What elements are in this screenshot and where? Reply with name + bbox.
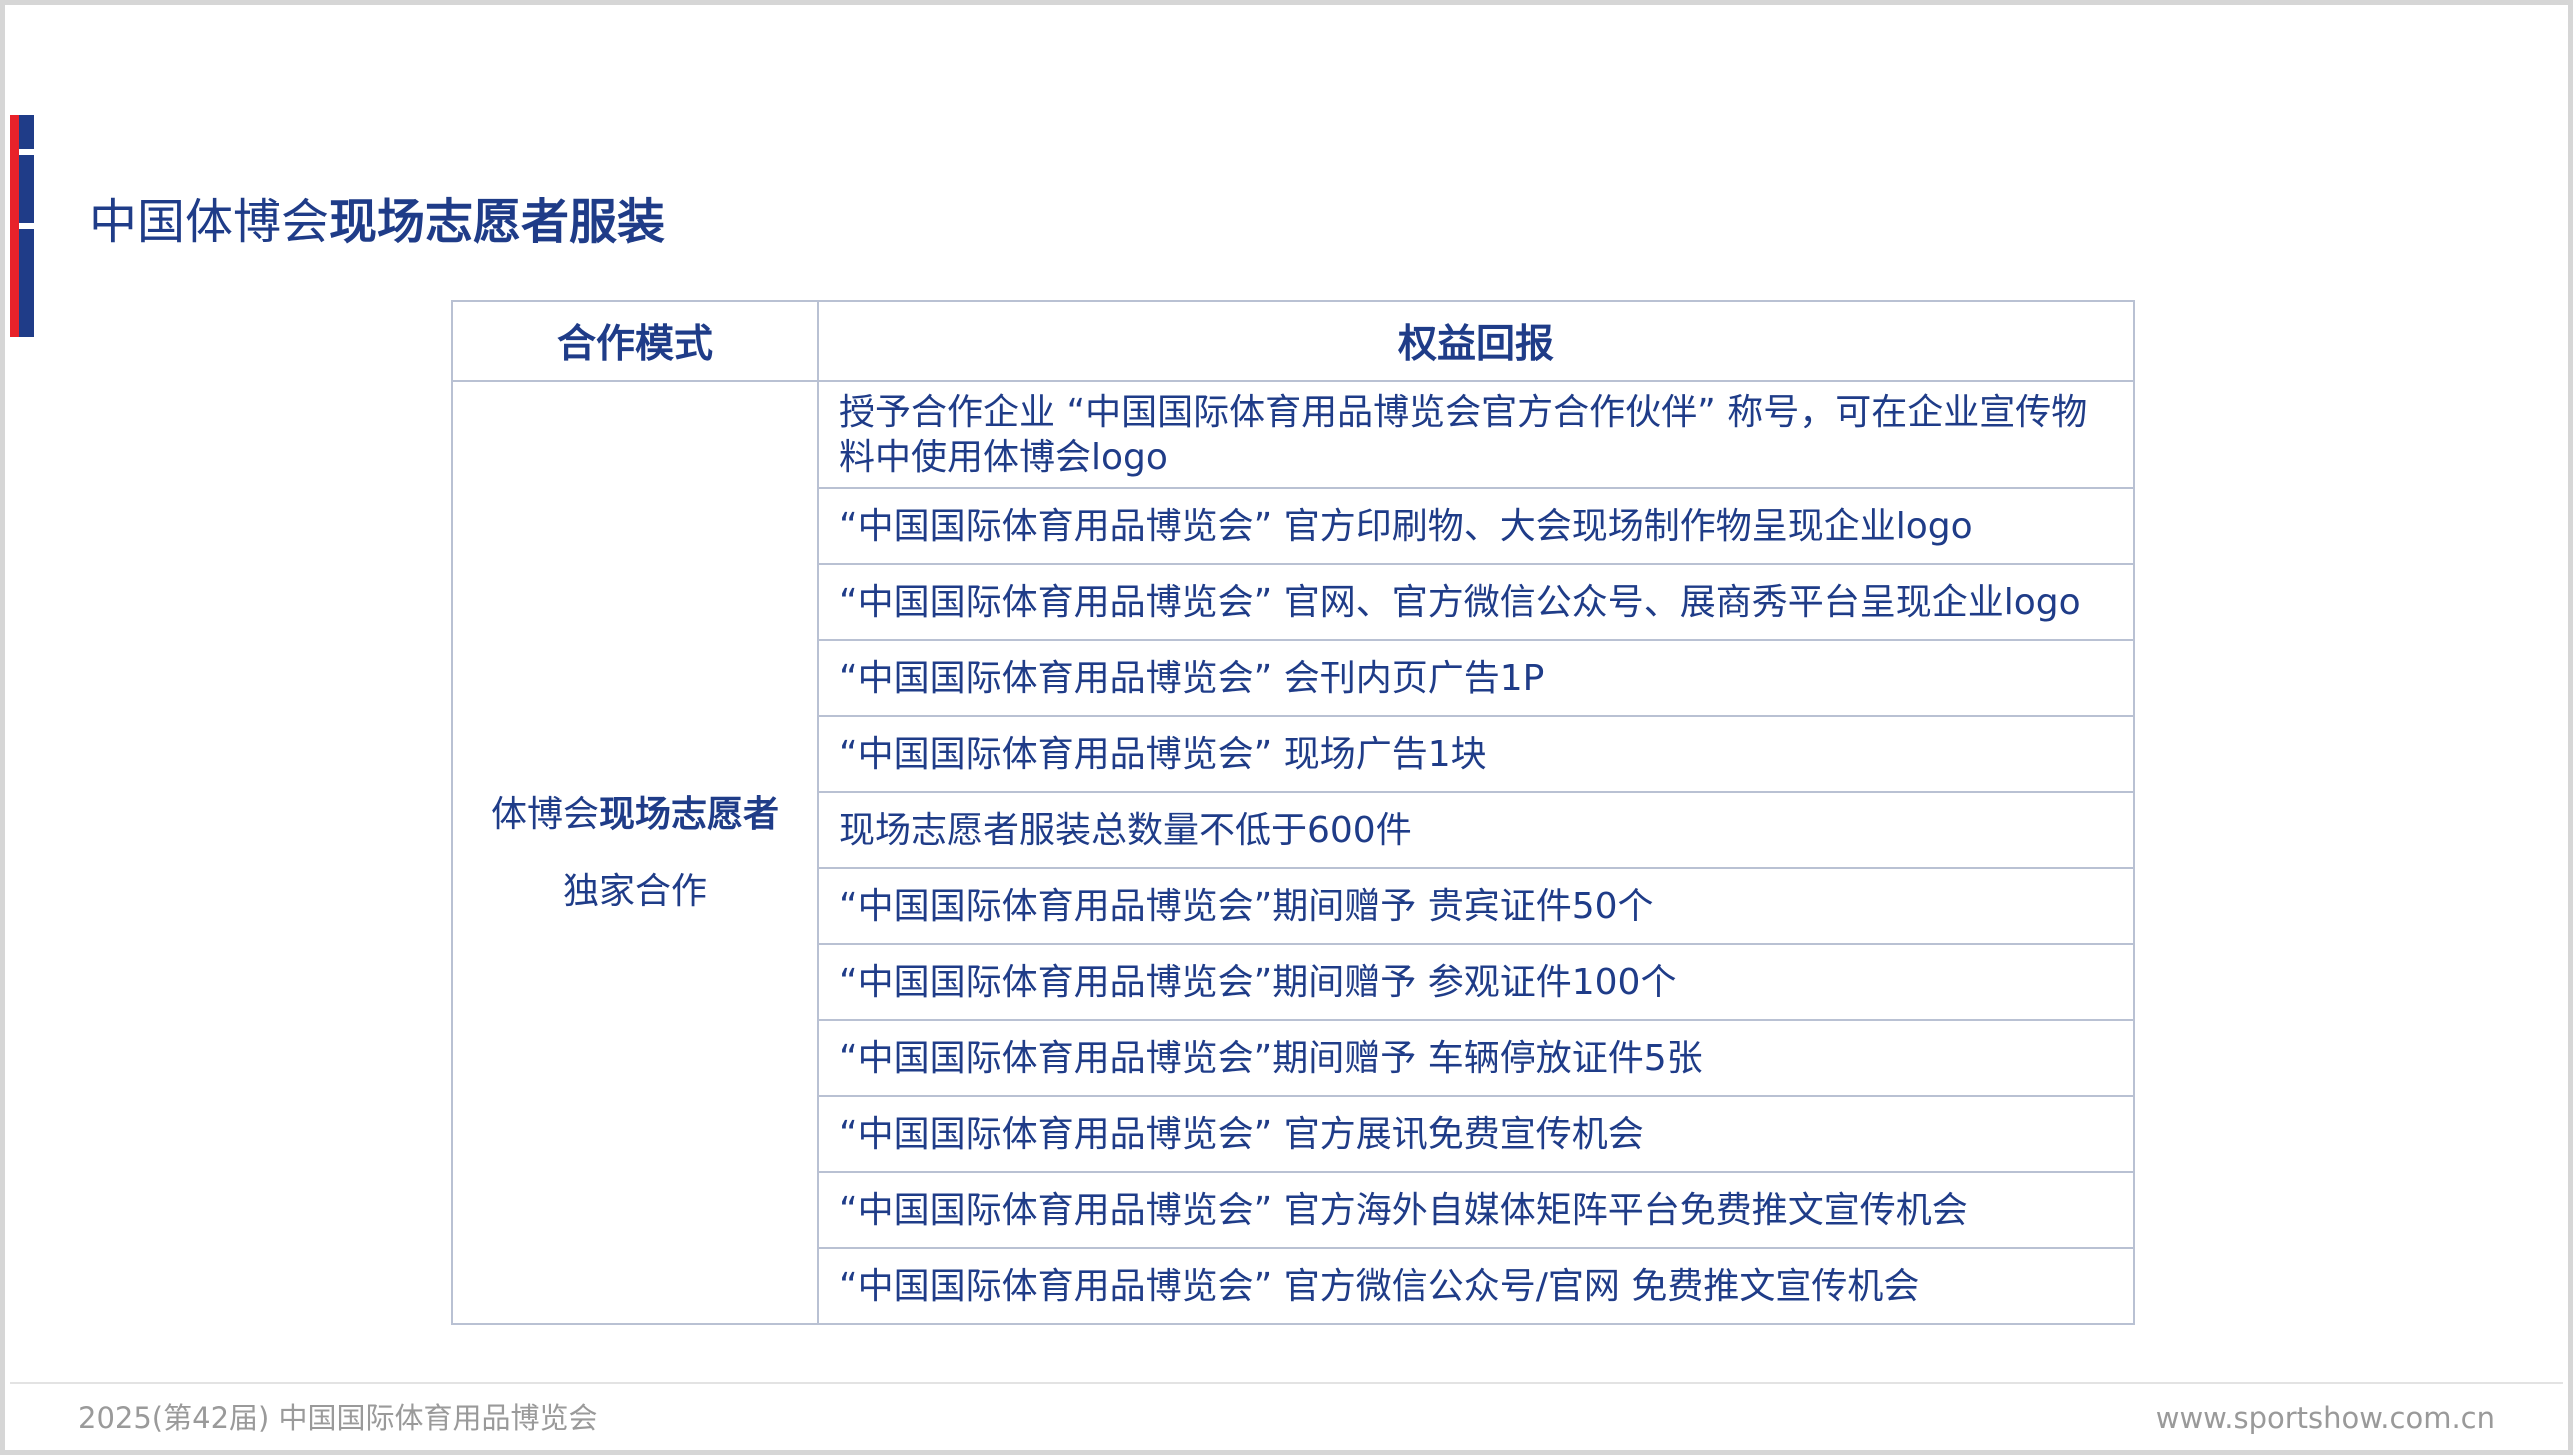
mode-line-1: 体博会现场志愿者 <box>454 776 816 853</box>
benefits-table-wrapper: 合作模式 权益回报 体博会现场志愿者 独家合作 授予合作企业 “中国国际体育用品… <box>451 300 2135 1325</box>
benefit-cell: “中国国际体育用品博览会” 官方印刷物、大会现场制作物呈现企业logo <box>817 487 2135 565</box>
mode-line-1-bold: 现场志愿者 <box>599 793 780 835</box>
footer-divider <box>10 1382 2563 1384</box>
table-row: 体博会现场志愿者 独家合作 授予合作企业 “中国国际体育用品博览会官方合作伙伴”… <box>451 380 2135 1325</box>
accent-bar <box>10 115 34 337</box>
footer-website: www.sportshow.com.cn <box>2155 1401 2495 1435</box>
header-benefits: 权益回报 <box>817 300 2135 382</box>
benefit-cell: 现场志愿者服装总数量不低于600件 <box>817 791 2135 869</box>
page-title: 中国体博会现场志愿者服装 <box>89 188 665 256</box>
mode-line-2: 独家合作 <box>562 870 707 912</box>
benefit-cell: “中国国际体育用品博览会” 官网、官方微信公众号、展商秀平台呈现企业logo <box>817 563 2135 641</box>
page-title-prefix: 中国体博会 <box>89 194 330 250</box>
page-title-bold: 现场志愿者服装 <box>329 194 666 250</box>
benefit-cell: “中国国际体育用品博览会” 官方海外自媒体矩阵平台免费推文宣传机会 <box>817 1171 2135 1249</box>
accent-stripe-blue <box>19 115 34 337</box>
slide: 中国体博会现场志愿者服装 合作模式 权益回报 体博会现场志愿者 独家合作 授予合… <box>0 0 2573 1455</box>
header-mode: 合作模式 <box>451 300 819 382</box>
mode-line-1-prefix: 体博会 <box>490 793 599 835</box>
accent-stripe-red <box>10 115 19 337</box>
benefit-cell: “中国国际体育用品博览会”期间赠予 参观证件100个 <box>817 943 2135 1021</box>
benefit-cell: “中国国际体育用品博览会”期间赠予 车辆停放证件5张 <box>817 1019 2135 1097</box>
benefit-cell: “中国国际体育用品博览会” 官方展讯免费宣传机会 <box>817 1095 2135 1173</box>
benefit-cell: 授予合作企业 “中国国际体育用品博览会官方合作伙伴” 称号，可在企业宣传物料中使… <box>817 380 2135 489</box>
benefit-cell: “中国国际体育用品博览会” 官方微信公众号/官网 免费推文宣传机会 <box>817 1247 2135 1325</box>
footer-event-name: 2025(第42届) 中国国际体育用品博览会 <box>78 1401 598 1435</box>
benefit-cell: “中国国际体育用品博览会” 会刊内页广告1P <box>817 639 2135 717</box>
benefit-cell: “中国国际体育用品博览会”期间赠予 贵宾证件50个 <box>817 867 2135 945</box>
table-header-row: 合作模式 权益回报 <box>451 300 2135 382</box>
mode-cell: 体博会现场志愿者 独家合作 <box>451 380 819 1325</box>
benefit-cell: “中国国际体育用品博览会” 现场广告1块 <box>817 715 2135 793</box>
benefits-table: 合作模式 权益回报 体博会现场志愿者 独家合作 授予合作企业 “中国国际体育用品… <box>451 300 2135 1325</box>
